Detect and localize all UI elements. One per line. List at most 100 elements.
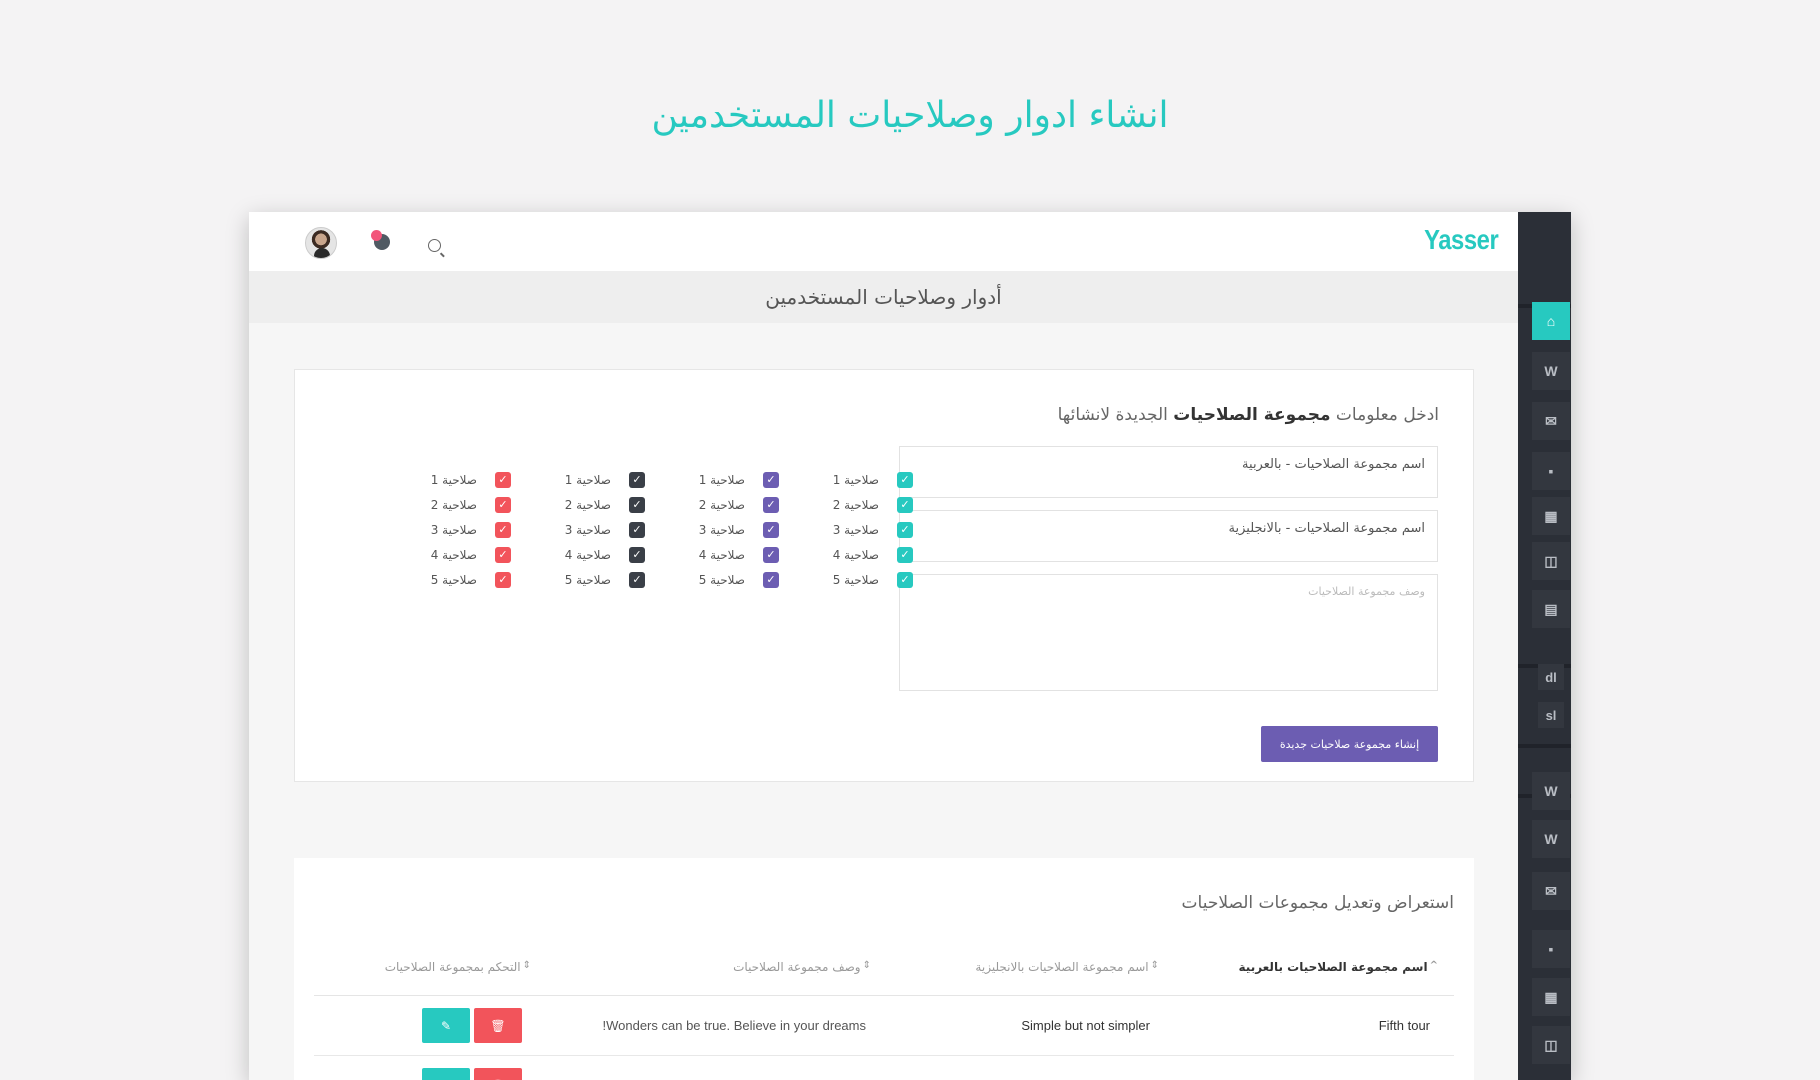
permission-checkbox[interactable] — [763, 571, 779, 588]
window-icon[interactable]: ◫ — [1532, 542, 1570, 580]
sidebar-divider — [1518, 744, 1571, 748]
permission-checkbox[interactable] — [897, 546, 913, 563]
permission-item[interactable]: صلاحية 4 — [535, 542, 645, 567]
w-icon[interactable]: W — [1532, 820, 1570, 858]
main-area: Yasser أدوار وصلاحيات المستخدمين ادخل مع… — [249, 212, 1518, 1080]
permission-checkbox[interactable] — [629, 571, 645, 588]
w-icon[interactable]: W — [1532, 352, 1570, 390]
permission-column: صلاحية 1 صلاحية 2 صلاحية 3 صلاحية 4 صلاحية 5 — [401, 467, 511, 592]
home-icon[interactable]: ⌂ — [1532, 302, 1570, 340]
calendar-icon[interactable]: ▦ — [1532, 497, 1570, 535]
permission-label: صلاحية 1 — [832, 472, 879, 487]
permission-label: صلاحية 4 — [564, 547, 611, 562]
permission-item[interactable]: صلاحية 2 — [401, 492, 511, 517]
permission-checkbox[interactable] — [763, 496, 779, 513]
permission-label: صلاحية 4 — [430, 547, 477, 562]
header-control[interactable]: ⇕التحكم بمجموعة الصلاحيات — [385, 960, 531, 974]
permission-item[interactable]: صلاحية 4 — [669, 542, 779, 567]
permission-label: صلاحية 1 — [430, 472, 477, 487]
permission-checkbox[interactable] — [897, 471, 913, 488]
permission-item[interactable]: صلاحية 5 — [669, 567, 779, 592]
name-en-field[interactable]: اسم مجموعة الصلاحيات - بالانجليزية — [899, 510, 1438, 562]
form-title-prefix: ادخل معلومات — [1335, 405, 1439, 425]
permission-item[interactable]: صلاحية 5 — [803, 567, 913, 592]
permission-item[interactable]: صلاحية 1 — [669, 467, 779, 492]
section-header: أدوار وصلاحيات المستخدمين — [249, 271, 1518, 323]
permission-item[interactable]: صلاحية 4 — [401, 542, 511, 567]
permission-label: صلاحية 2 — [698, 497, 745, 512]
permission-checkbox[interactable] — [897, 571, 913, 588]
permission-checkbox[interactable] — [763, 546, 779, 563]
layout-icon[interactable]: ▤ — [1532, 590, 1570, 628]
w-icon[interactable]: W — [1532, 772, 1570, 810]
permission-label: صلاحية 3 — [698, 522, 745, 537]
header-name-en[interactable]: ⇕اسم مجموعة الصلاحيات بالانجليزية — [975, 960, 1159, 974]
permission-checkbox[interactable] — [495, 521, 511, 538]
cell-name-ar: Fifth tour — [1378, 1018, 1430, 1033]
permission-item[interactable]: صلاحية 1 — [401, 467, 511, 492]
create-group-button[interactable]: إنشاء مجموعة صلاحيات جديدة — [1261, 726, 1438, 762]
permission-checkbox[interactable] — [763, 471, 779, 488]
permission-label: صلاحية 2 — [832, 497, 879, 512]
permission-label: صلاحية 1 — [698, 472, 745, 487]
mail-icon[interactable]: ✉ — [1532, 402, 1570, 440]
permission-item[interactable]: صلاحية 5 — [401, 567, 511, 592]
permission-checkbox[interactable] — [629, 546, 645, 563]
permission-checkbox[interactable] — [629, 521, 645, 538]
permission-item[interactable]: صلاحية 3 — [803, 517, 913, 542]
dl-icon[interactable]: dl — [1538, 664, 1564, 690]
permission-column: صلاحية 1 صلاحية 2 صلاحية 3 صلاحية 4 صلاحية 5 — [669, 467, 779, 592]
permission-item[interactable]: صلاحية 2 — [669, 492, 779, 517]
permission-column: صلاحية 1 صلاحية 2 صلاحية 3 صلاحية 4 صلاحية 5 — [535, 467, 645, 592]
permission-label: صلاحية 5 — [564, 572, 611, 587]
delete-button[interactable]: 🗑 — [474, 1068, 522, 1080]
permission-label: صلاحية 4 — [832, 547, 879, 562]
table-title: استعراض وتعديل مجموعات الصلاحيات — [1181, 893, 1454, 913]
permission-checkbox[interactable] — [629, 471, 645, 488]
sl-icon[interactable]: sl — [1538, 702, 1564, 728]
permission-checkbox[interactable] — [495, 546, 511, 563]
notification-dot — [371, 230, 382, 241]
permission-item[interactable]: صلاحية 3 — [535, 517, 645, 542]
permission-item[interactable]: صلاحية 2 — [803, 492, 913, 517]
permission-checkbox[interactable] — [495, 496, 511, 513]
permission-checkbox[interactable] — [763, 521, 779, 538]
permission-item[interactable]: صلاحية 3 — [401, 517, 511, 542]
search-icon[interactable] — [428, 239, 441, 252]
name-ar-field[interactable]: اسم مجموعة الصلاحيات - بالعربية — [899, 446, 1438, 498]
roles-table-card: استعراض وتعديل مجموعات الصلاحيات ^اسم مج… — [294, 858, 1474, 1080]
table-row: First tourSimple but not simpler!Wonders… — [314, 1056, 1454, 1080]
brand-logo[interactable]: Yasser — [1424, 224, 1499, 256]
permission-item[interactable]: صلاحية 5 — [535, 567, 645, 592]
permission-checkbox[interactable] — [897, 521, 913, 538]
edit-button[interactable]: ✎ — [422, 1008, 470, 1043]
permission-checkbox[interactable] — [495, 571, 511, 588]
calendar-icon[interactable]: ▦ — [1532, 978, 1570, 1016]
permission-label: صلاحية 2 — [564, 497, 611, 512]
header-name-ar[interactable]: ^اسم مجموعة الصلاحيات بالعربية — [1239, 960, 1438, 974]
permission-label: صلاحية 3 — [564, 522, 611, 537]
description-textarea[interactable]: وصف مجموعة الصلاحيات — [899, 574, 1438, 691]
permission-label: صلاحية 5 — [430, 572, 477, 587]
permission-item[interactable]: صلاحية 2 — [535, 492, 645, 517]
permission-item[interactable]: صلاحية 1 — [803, 467, 913, 492]
sidebar: ⌂ W ✉ ▪ ▦ ◫ ▤ dl sl W W ✉ ▪ ▦ ◫ — [1518, 212, 1571, 1080]
permission-checkbox[interactable] — [897, 496, 913, 513]
app-window: Yasser أدوار وصلاحيات المستخدمين ادخل مع… — [249, 212, 1571, 1080]
header-description[interactable]: ⇕وصف مجموعة الصلاحيات — [733, 960, 871, 974]
permission-checkbox[interactable] — [629, 496, 645, 513]
window-icon[interactable]: ◫ — [1532, 1026, 1570, 1064]
chat-icon[interactable]: ▪ — [1532, 930, 1570, 968]
avatar[interactable] — [305, 227, 337, 259]
delete-button[interactable]: 🗑 — [474, 1008, 522, 1043]
mail-icon[interactable]: ✉ — [1532, 872, 1570, 910]
permission-item[interactable]: صلاحية 4 — [803, 542, 913, 567]
edit-button[interactable]: ✎ — [422, 1068, 470, 1080]
permission-label: صلاحية 5 — [698, 572, 745, 587]
permission-item[interactable]: صلاحية 1 — [535, 467, 645, 492]
permission-item[interactable]: صلاحية 3 — [669, 517, 779, 542]
form-title: ادخل معلومات مجموعة الصلاحيات الجديدة لا… — [1058, 405, 1439, 425]
permission-checkbox[interactable] — [495, 471, 511, 488]
chat-icon[interactable]: ▪ — [1532, 452, 1570, 490]
cell-name-en: Simple but not simpler — [1021, 1018, 1150, 1033]
